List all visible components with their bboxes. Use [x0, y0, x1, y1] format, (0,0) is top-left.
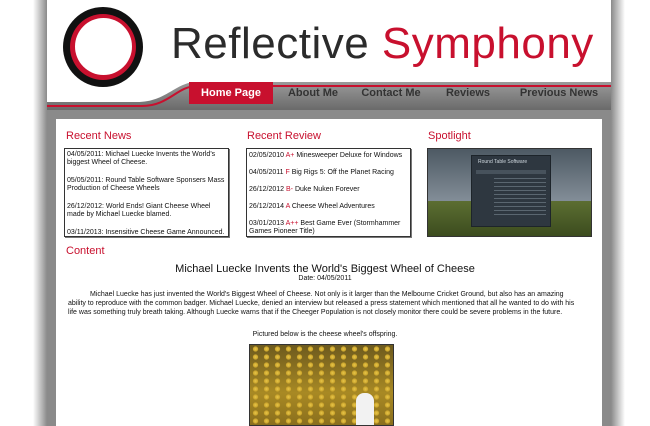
review-grade: A++	[285, 220, 299, 227]
review-grade: F	[285, 169, 290, 176]
recent-review-box: 02/05/2010 A+ Minesweeper Deluxe for Win…	[246, 148, 411, 237]
main-nav: Home Page About Me Contact Me Reviews Pr…	[189, 82, 611, 104]
article-title: Michael Luecke Invents the World's Bigge…	[175, 263, 475, 275]
review-title: Big Rigs 5: Off the Planet Racing	[291, 169, 394, 176]
spotlight-screenshot: Round Table Software	[471, 155, 551, 227]
content-heading: Content	[66, 245, 105, 257]
review-title: Duke Nuken Forever	[294, 186, 360, 193]
review-item[interactable]: 02/05/2010 A+ Minesweeper Deluxe for Win…	[249, 152, 408, 160]
review-grade: B-	[286, 186, 293, 193]
left-page-shadow	[33, 0, 47, 426]
site-title: Reflective Symphony	[171, 18, 594, 70]
review-date: 26/12/2012	[249, 186, 285, 193]
article-body: Michael Luecke has just invented the Wor…	[68, 291, 575, 316]
review-title: Cheese Wheel Adventures	[291, 203, 375, 210]
news-item[interactable]: 04/05/2011: Michael Luecke Invents the W…	[67, 151, 226, 167]
review-item[interactable]: 04/05/2011 F Big Rigs 5: Off the Planet …	[249, 169, 408, 177]
nav-reviews[interactable]: Reviews	[429, 82, 507, 104]
cheese-wheels-photo	[249, 344, 394, 426]
nav-contact-me[interactable]: Contact Me	[353, 82, 429, 104]
review-date: 26/12/2014	[249, 203, 285, 210]
nav-home-page[interactable]: Home Page	[189, 82, 273, 104]
spotlight-heading: Spotlight	[428, 130, 471, 142]
spotlight-window-title: Round Table Software	[478, 159, 528, 165]
recent-review-heading: Recent Review	[247, 130, 321, 142]
spotlight-window-text	[494, 178, 546, 218]
review-item[interactable]: 26/12/2012 B- Duke Nuken Forever	[249, 186, 408, 194]
site-title-part2: Symphony	[381, 19, 594, 68]
review-date: 04/05/2011	[249, 169, 284, 176]
spotlight-image[interactable]: Round Table Software	[427, 148, 592, 237]
recent-news-box: 04/05/2011: Michael Luecke Invents the W…	[64, 148, 229, 237]
review-date: 02/05/2010	[249, 152, 285, 159]
news-item[interactable]: 03/11/2013: Insensitive Cheese Game Anno…	[67, 229, 226, 236]
spotlight-window-bar	[476, 170, 546, 174]
site-title-part1: Reflective	[171, 19, 382, 68]
review-date: 03/01/2013	[249, 220, 285, 227]
photo-person	[356, 393, 374, 425]
review-item[interactable]: 26/12/2014 A Cheese Wheel Adventures	[249, 203, 408, 211]
logo-ring-icon[interactable]	[63, 7, 143, 87]
news-item[interactable]: 05/05/2011: Round Table Software Sponser…	[67, 177, 226, 193]
recent-news-heading: Recent News	[66, 130, 132, 142]
right-page-shadow	[611, 0, 625, 426]
nav-previous-news[interactable]: Previous News	[507, 82, 611, 104]
nav-about-me[interactable]: About Me	[273, 82, 353, 104]
review-title: Minesweeper Deluxe for Windows	[296, 152, 403, 159]
review-item[interactable]: 03/01/2013 A++ Best Game Ever (Stormhamm…	[249, 220, 408, 236]
photo-caption: Pictured below is the cheese wheel's off…	[252, 331, 398, 338]
article-date: Date: 04/05/2011	[298, 275, 352, 282]
review-grade: A	[285, 203, 290, 210]
news-item[interactable]: 26/12/2012: World Ends! Giant Cheese Whe…	[67, 203, 226, 219]
review-grade: A+	[285, 152, 295, 159]
